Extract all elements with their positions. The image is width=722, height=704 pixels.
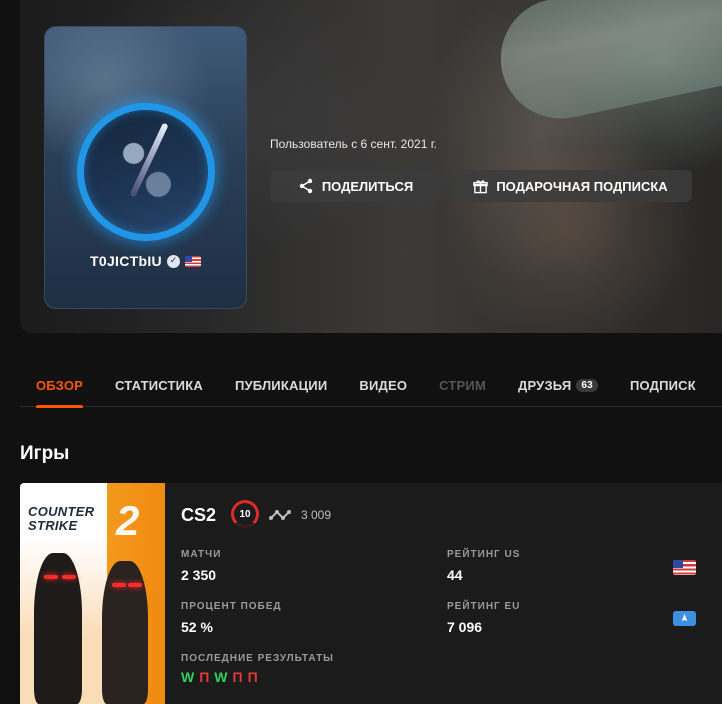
gift-icon <box>473 179 489 193</box>
verified-check-icon: ✓ <box>166 254 180 268</box>
cover-soldier <box>34 553 82 704</box>
avatar[interactable] <box>77 103 215 241</box>
winrate-value: 52 % <box>181 619 213 635</box>
elo-graph-icon <box>269 510 291 520</box>
gift-button-label: ПОДАРОЧНАЯ ПОДПИСКА <box>496 178 668 194</box>
username: T0JICTbIU <box>90 253 162 269</box>
game-cover[interactable]: 2 COUNTER STRIKE <box>20 483 165 704</box>
matches-value: 2 350 <box>181 567 217 583</box>
result-loss: П <box>199 669 210 685</box>
tab-statistics[interactable]: СТАТИСТИКА <box>115 364 203 407</box>
recent-results: W П W П П <box>181 669 258 685</box>
games-section-title: Игры <box>20 443 70 464</box>
tab-friends[interactable]: ДРУЗЬЯ 63 <box>518 364 598 407</box>
friends-count-badge: 63 <box>576 378 598 392</box>
cover-soldier <box>102 561 148 704</box>
us-flag-icon <box>184 255 201 267</box>
tab-video[interactable]: ВИДЕО <box>359 364 407 407</box>
result-win: W <box>214 669 228 685</box>
rating-eu-value: 7 096 <box>447 619 483 635</box>
us-flag-icon <box>673 560 696 575</box>
skill-level-badge: 10 <box>231 500 259 528</box>
game-name: CS2 <box>181 505 217 525</box>
tab-overview[interactable]: ОБЗОР <box>36 364 84 408</box>
game-card-cs2[interactable]: 2 COUNTER STRIKE CS2 10 3 009 МАТЧИ 2 35… <box>20 483 722 704</box>
matches-label: МАТЧИ <box>181 549 222 560</box>
username-row: T0JICTbIU ✓ <box>45 253 246 269</box>
tab-subscriptions[interactable]: ПОДПИСК <box>630 364 696 407</box>
rating-us-label: РЕЙТИНГ US <box>447 549 521 560</box>
recent-results-label: ПОСЛЕДНИЕ РЕЗУЛЬТАТЫ <box>181 653 334 664</box>
profile-tabs: ОБЗОР СТАТИСТИКА ПУБЛИКАЦИИ ВИДЕО СТРИМ … <box>20 364 722 408</box>
share-button[interactable]: ПОДЕЛИТЬСЯ <box>270 170 441 202</box>
profile-card: T0JICTbIU ✓ <box>44 26 247 309</box>
tab-stream: СТРИМ <box>439 377 487 393</box>
rating-eu-label: РЕЙТИНГ EU <box>447 601 521 612</box>
elo-value: 3 009 <box>301 508 332 522</box>
result-win: W <box>181 669 195 685</box>
cover-title: COUNTER STRIKE <box>28 504 95 533</box>
member-since: Пользователь с 6 сент. 2021 г. <box>270 137 437 151</box>
share-icon <box>299 178 313 194</box>
result-loss: П <box>247 669 258 685</box>
gift-subscription-button[interactable]: ПОДАРОЧНАЯ ПОДПИСКА <box>449 170 692 202</box>
winrate-label: ПРОЦЕНТ ПОБЕД <box>181 601 282 612</box>
share-button-label: ПОДЕЛИТЬСЯ <box>321 178 414 194</box>
eu-region-icon <box>673 611 696 626</box>
rating-us-value: 44 <box>447 567 463 583</box>
tab-publications[interactable]: ПУБЛИКАЦИИ <box>235 364 327 407</box>
result-loss: П <box>232 669 243 685</box>
